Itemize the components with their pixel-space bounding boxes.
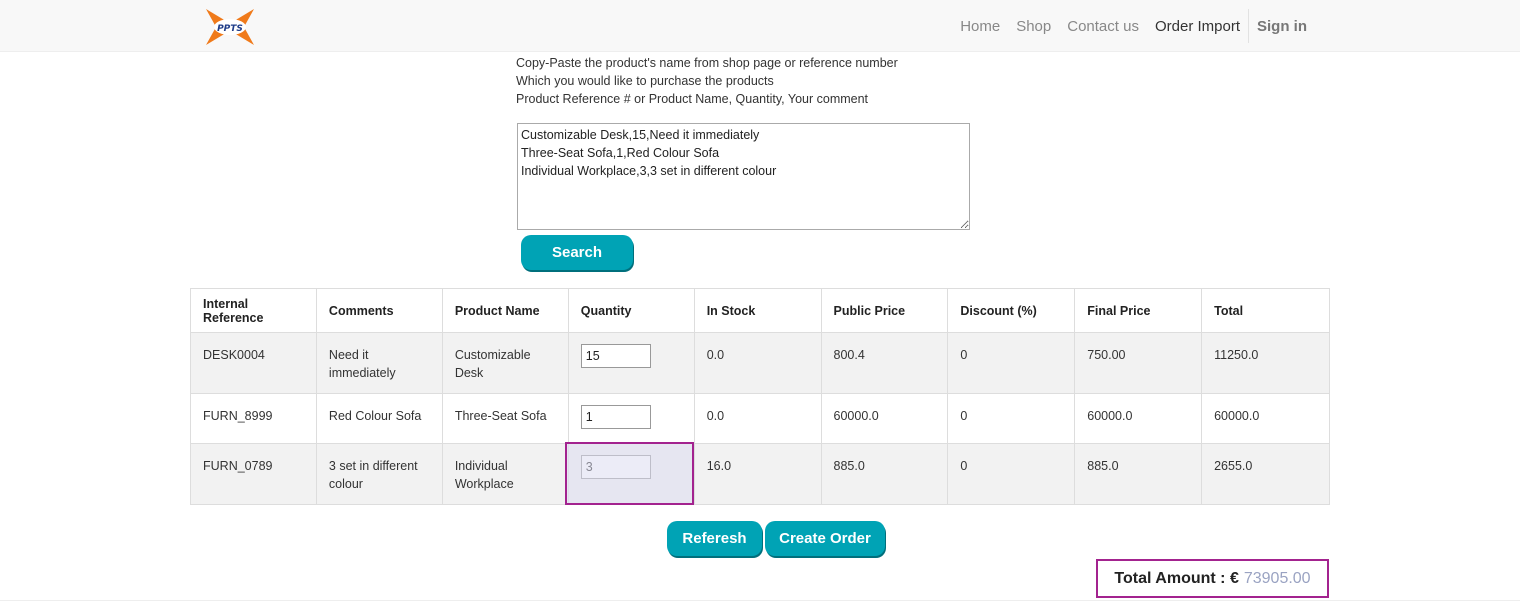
cell-discount: 0 [947,332,1076,394]
cell-internal-reference: FURN_8999 [190,393,317,444]
table-header-row: Internal Reference Comments Product Name… [190,288,1330,333]
nav-divider [1248,9,1249,43]
cell-discount: 0 [947,443,1076,505]
instruction-line-1: Copy-Paste the product's name from shop … [516,56,898,70]
refresh-button[interactable]: Referesh [667,521,762,556]
cell-in-stock: 0.0 [693,332,822,394]
cell-public-price: 60000.0 [820,393,949,444]
quantity-input[interactable] [580,405,651,429]
cell-quantity [567,443,695,505]
order-input-textarea[interactable] [517,123,970,230]
cell-comment: Need it immediately [315,332,443,394]
header-comments: Comments [315,288,443,333]
navbar: PPTS Home Shop Contact us Order Import S… [0,0,1520,52]
total-amount-label: Total Amount : € [1114,569,1239,587]
cell-comment: 3 set in different colour [315,443,443,505]
sign-in-link[interactable]: Sign in [1257,18,1307,35]
instruction-line-2: Which you would like to purchase the pro… [516,74,774,88]
header-internal-reference: Internal Reference [190,288,317,333]
cell-total: 60000.0 [1201,393,1330,444]
cell-discount: 0 [947,393,1076,444]
cell-internal-reference: DESK0004 [190,332,317,394]
header-final-price: Final Price [1074,288,1203,333]
cell-total: 11250.0 [1201,332,1330,394]
cell-public-price: 885.0 [820,443,949,505]
ppts-logo[interactable]: PPTS [204,7,256,47]
total-amount-box: Total Amount : € 73905.00 [1096,559,1329,598]
order-table: Internal Reference Comments Product Name… [190,288,1330,505]
cell-total: 2655.0 [1201,443,1330,505]
cell-in-stock: 0.0 [693,393,822,444]
cell-product-name[interactable]: Customizable Desk [441,332,569,394]
cell-public-price: 800.4 [820,332,949,394]
total-amount-value: 73905.00 [1243,569,1311,587]
nav-home-link[interactable]: Home [960,18,1000,35]
header-public-price: Public Price [820,288,949,333]
table-row: DESK0004 Need it immediately Customizabl… [190,332,1330,394]
nav-shop-link[interactable]: Shop [1016,18,1051,35]
nav-contact-link[interactable]: Contact us [1067,18,1139,35]
cell-in-stock: 16.0 [693,443,822,505]
cell-quantity [567,393,695,444]
cell-final-price: 750.00 [1074,332,1203,394]
cell-product-name[interactable]: Three-Seat Sofa [441,393,569,444]
footer-divider [0,600,1520,601]
search-button[interactable]: Search [521,235,633,270]
header-discount: Discount (%) [947,288,1076,333]
cell-final-price: 885.0 [1074,443,1203,505]
header-product-name: Product Name [441,288,569,333]
create-order-button[interactable]: Create Order [765,521,885,556]
instruction-line-3: Product Reference # or Product Name, Qua… [516,92,869,106]
cell-product-name[interactable]: Individual Workplace [441,443,569,505]
header-quantity: Quantity [567,288,695,333]
cell-comment: Red Colour Sofa [315,393,443,444]
instructions: Copy-Paste the product's name from shop … [516,54,898,108]
table-row: FURN_0789 3 set in different colour Indi… [190,443,1330,505]
nav-links: Home Shop Contact us Order Import Sign i… [944,0,1307,52]
cell-final-price: 60000.0 [1074,393,1203,444]
nav-order-import-link[interactable]: Order Import [1155,18,1240,35]
header-in-stock: In Stock [693,288,822,333]
quantity-input[interactable] [580,344,651,368]
logo-text: PPTS [217,24,243,34]
header-total: Total [1201,288,1330,333]
table-row: FURN_8999 Red Colour Sofa Three-Seat Sof… [190,393,1330,444]
cell-quantity [567,332,695,394]
cell-internal-reference: FURN_0789 [190,443,317,505]
quantity-input[interactable] [580,455,651,479]
